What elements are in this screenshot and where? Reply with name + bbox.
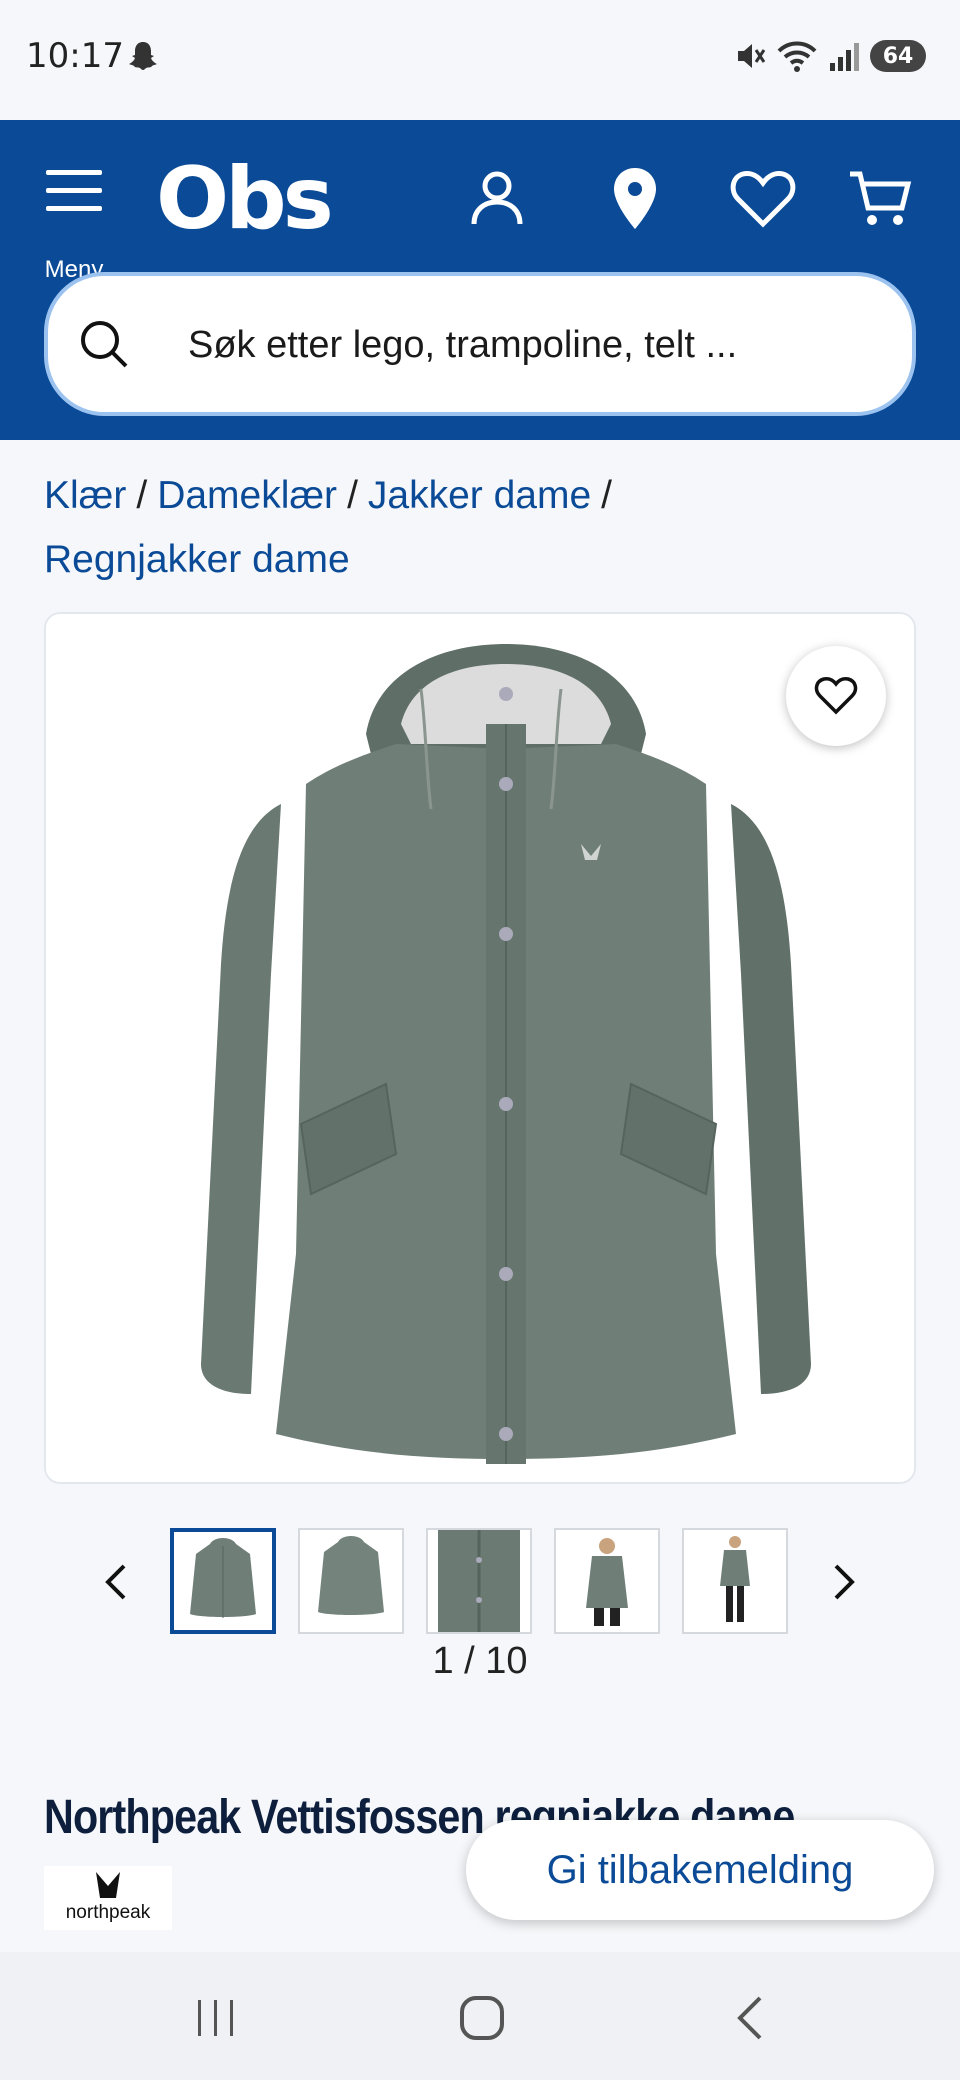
- cart-icon[interactable]: [846, 164, 916, 234]
- brand-name: northpeak: [65, 1902, 151, 1923]
- thumbnail-3[interactable]: [426, 1528, 532, 1634]
- brand-logo[interactable]: northpeak: [44, 1866, 172, 1930]
- snapchat-icon: [129, 42, 157, 70]
- wifi-icon: [777, 41, 817, 72]
- status-icons: 64: [732, 38, 926, 74]
- add-to-wishlist-button[interactable]: [786, 646, 886, 746]
- thumbnail-2[interactable]: [298, 1528, 404, 1634]
- breadcrumb-item-klaer[interactable]: Klær: [44, 474, 126, 517]
- thumbnail-1[interactable]: [170, 1528, 276, 1634]
- chevron-left-icon[interactable]: [90, 1554, 146, 1610]
- thumbnail-jacket-detail: [438, 1530, 520, 1632]
- breadcrumb: Klær / Dameklær / Jakker dame / Regnjakker dam…: [44, 464, 924, 592]
- feedback-button[interactable]: Gi tilbakemelding: [466, 1820, 934, 1920]
- site-header: Meny Obs: [0, 120, 960, 440]
- recent-apps-icon[interactable]: [186, 1988, 246, 2048]
- mute-icon: [738, 44, 766, 68]
- product-image-card[interactable]: [44, 612, 916, 1484]
- account-icon[interactable]: [462, 164, 532, 234]
- thumbnail-model-front: [586, 1538, 628, 1626]
- battery-indicator: 64: [870, 40, 926, 72]
- thumbnail-jacket-back: [318, 1536, 384, 1615]
- menu-button[interactable]: Meny: [36, 162, 112, 283]
- northpeak-logo-icon: [96, 1872, 120, 1898]
- breadcrumb-item-regnjakker-dame[interactable]: Regnjakker dame: [44, 538, 350, 581]
- thumbnail-carousel: [0, 1528, 960, 1636]
- search-input[interactable]: [188, 306, 888, 384]
- breadcrumb-separator: /: [601, 474, 613, 517]
- status-bar: 10:17 64: [0, 0, 960, 120]
- signal-icon: [830, 43, 859, 71]
- breadcrumb-separator: /: [347, 474, 358, 517]
- thumbnail-model-full: [720, 1536, 750, 1622]
- obs-logo[interactable]: Obs: [156, 154, 334, 244]
- wishlist-icon[interactable]: [728, 164, 798, 234]
- search-icon: [81, 321, 128, 368]
- breadcrumb-item-dameklaer[interactable]: Dameklær: [157, 474, 337, 517]
- thumbnail-jacket-front: [190, 1538, 256, 1618]
- system-nav-bar: [0, 1952, 960, 2080]
- image-counter: 1 / 10: [432, 1640, 528, 1682]
- breadcrumb-item-jakker-dame[interactable]: Jakker dame: [368, 474, 591, 517]
- heart-icon: [814, 677, 858, 715]
- home-icon[interactable]: [452, 1988, 512, 2048]
- thumbnail-4[interactable]: [554, 1528, 660, 1634]
- search-bar[interactable]: [44, 272, 916, 416]
- hamburger-icon: [46, 170, 102, 211]
- breadcrumb-separator: /: [136, 474, 148, 517]
- product-image: [201, 644, 811, 1464]
- status-time: 10:17: [26, 36, 124, 76]
- chevron-right-icon[interactable]: [814, 1554, 870, 1610]
- store-location-icon[interactable]: [600, 164, 670, 234]
- thumbnail-5[interactable]: [682, 1528, 788, 1634]
- back-icon[interactable]: [722, 1988, 782, 2048]
